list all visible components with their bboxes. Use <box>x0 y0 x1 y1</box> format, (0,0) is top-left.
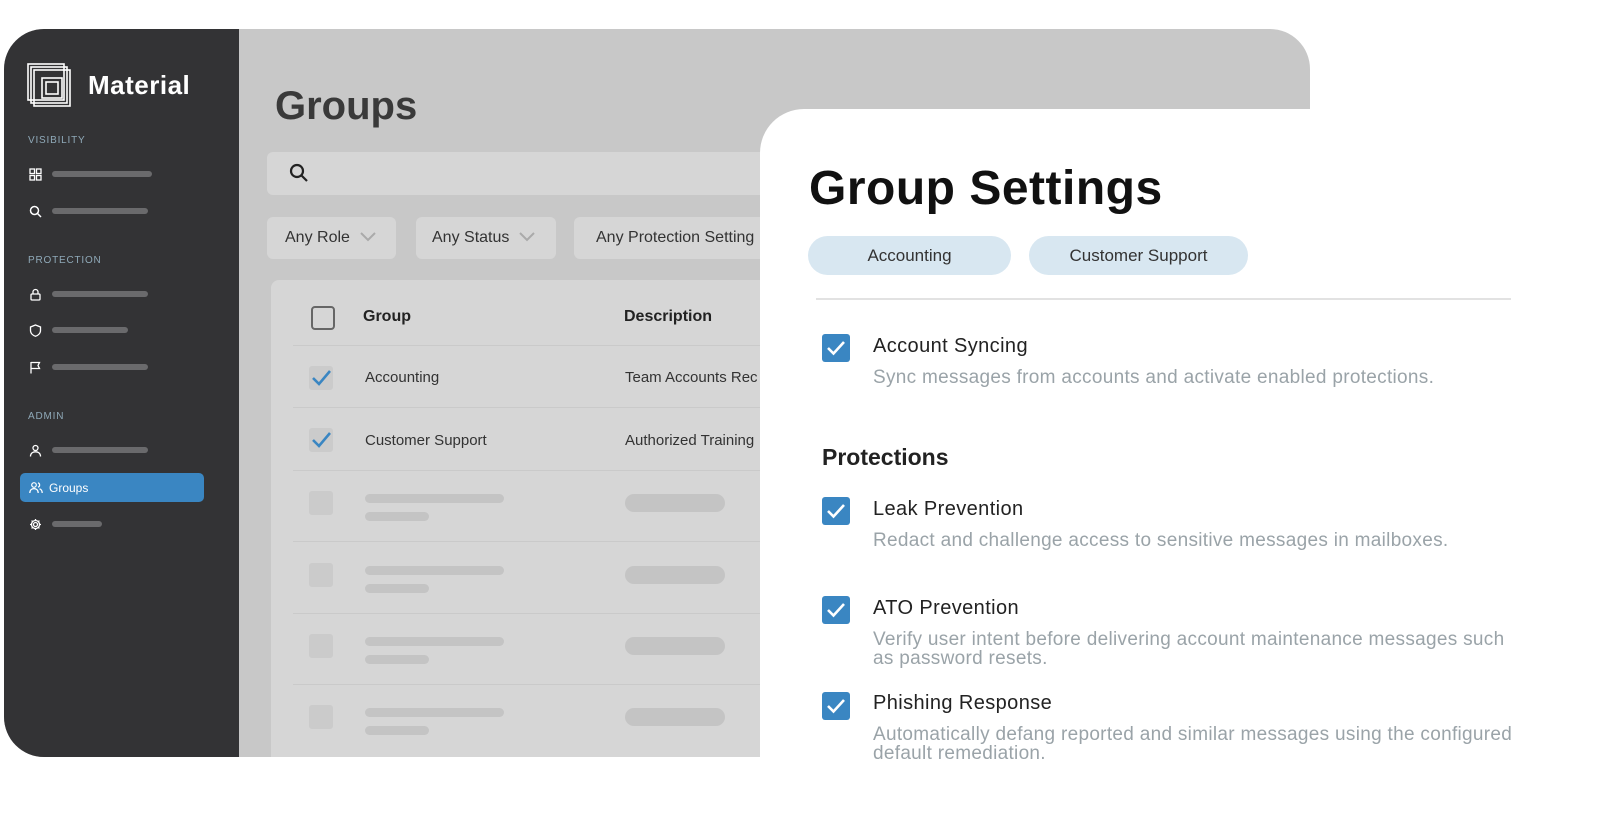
option-title: ATO Prevention <box>873 597 1020 619</box>
skeleton-pill <box>625 637 725 655</box>
panel-title: Group Settings <box>809 162 1163 215</box>
filter-role-dropdown[interactable]: Any Role <box>267 217 396 259</box>
skeleton-pill <box>625 566 725 584</box>
skeleton-line <box>365 494 504 503</box>
filter-label: Any Protection Setting <box>596 229 755 246</box>
gear-icon <box>28 517 42 531</box>
chevron-down-icon <box>360 229 376 247</box>
row-checkbox[interactable] <box>309 366 333 390</box>
shield-icon <box>28 323 42 337</box>
lock-icon <box>28 287 42 301</box>
ato-prevention-checkbox[interactable] <box>822 596 850 624</box>
sidebar-item-placeholder <box>52 521 102 527</box>
user-icon <box>28 443 42 457</box>
phishing-response-checkbox[interactable] <box>822 692 850 720</box>
sidebar-item-flag[interactable] <box>28 359 148 375</box>
sidebar-item-placeholder <box>52 291 148 297</box>
sidebar-item-settings[interactable] <box>28 516 102 532</box>
app-name: Material <box>88 69 191 100</box>
sidebar-item-groups[interactable]: Groups <box>20 473 204 502</box>
skeleton-checkbox <box>309 705 333 729</box>
cell-description: Team Accounts Rec <box>625 369 758 386</box>
filter-status-dropdown[interactable]: Any Status <box>416 217 556 259</box>
skeleton-line <box>365 655 429 664</box>
sidebar-item-search[interactable] <box>28 203 148 219</box>
group-chip[interactable]: Customer Support <box>1029 236 1248 275</box>
logo[interactable]: Material <box>26 62 190 108</box>
skeleton-checkbox <box>309 563 333 587</box>
material-logo-icon <box>26 62 72 108</box>
sidebar-item-lock[interactable] <box>28 286 148 302</box>
option-title: Leak Prevention <box>873 498 1024 520</box>
section-label-admin: ADMIN <box>28 411 65 422</box>
skeleton-line <box>365 637 504 646</box>
sidebar-item-placeholder <box>52 327 128 333</box>
sidebar-item-placeholder <box>52 447 148 453</box>
option-description: Automatically defang reported and simila… <box>873 724 1513 764</box>
leak-prevention-checkbox[interactable] <box>822 497 850 525</box>
skeleton-line <box>365 584 429 593</box>
skeleton-pill <box>625 494 725 512</box>
cell-group[interactable]: Accounting <box>365 369 439 386</box>
skeleton-line <box>365 512 429 521</box>
option-title: Phishing Response <box>873 692 1053 714</box>
search-icon <box>289 163 309 188</box>
column-header-group: Group <box>363 308 411 325</box>
column-header-description: Description <box>624 308 713 325</box>
skeleton-checkbox <box>309 634 333 658</box>
skeleton-line <box>365 726 429 735</box>
groups-icon <box>29 481 43 494</box>
option-title: Account Syncing <box>873 335 1028 357</box>
skeleton-checkbox <box>309 491 333 515</box>
account-syncing-checkbox[interactable] <box>822 334 850 362</box>
filter-label: Any Status <box>432 229 510 246</box>
sidebar-item-placeholder <box>52 171 152 177</box>
chevron-down-icon <box>519 229 536 247</box>
sidebar-item-dashboard[interactable] <box>28 166 152 182</box>
section-label-protection: PROTECTION <box>28 255 102 266</box>
grid-icon <box>28 167 42 181</box>
row-checkbox[interactable] <box>309 428 333 452</box>
sidebar-item-placeholder <box>52 364 148 370</box>
skeleton-line <box>365 708 504 717</box>
group-settings-panel: Group Settings Accounting Customer Suppo… <box>760 109 1606 839</box>
search-icon <box>28 204 42 218</box>
page-title: Groups <box>275 84 418 128</box>
section-label-visibility: VISIBILITY <box>28 135 86 146</box>
sidebar-item-placeholder <box>52 208 148 214</box>
group-chip[interactable]: Accounting <box>808 236 1011 275</box>
sidebar-item-shield[interactable] <box>28 322 128 338</box>
option-description: Verify user intent before delivering acc… <box>873 629 1505 669</box>
protections-heading: Protections <box>822 444 949 470</box>
select-all-checkbox[interactable] <box>311 306 335 330</box>
skeleton-line <box>365 566 504 575</box>
sidebar: Material VISIBILITY PROTECTION ADMIN Gro… <box>4 29 239 757</box>
cell-group[interactable]: Customer Support <box>365 432 487 449</box>
divider <box>816 298 1511 300</box>
search-input[interactable] <box>267 152 827 195</box>
skeleton-pill <box>625 708 725 726</box>
sidebar-item-label: Groups <box>49 480 89 495</box>
sidebar-item-users[interactable] <box>28 442 148 458</box>
flag-icon <box>28 360 42 374</box>
option-description: Sync messages from accounts and activate… <box>873 367 1435 388</box>
cell-description: Authorized Training <box>625 432 755 449</box>
option-description: Redact and challenge access to sensitive… <box>873 530 1449 551</box>
filter-label: Any Role <box>285 229 350 246</box>
